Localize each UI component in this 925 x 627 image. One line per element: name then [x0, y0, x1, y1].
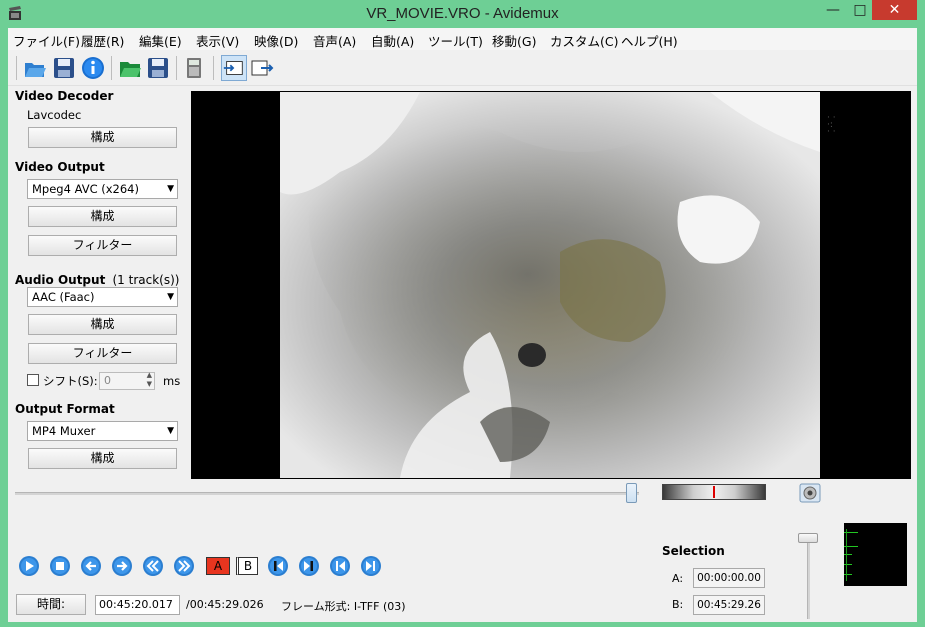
next-frame-icon[interactable] — [111, 555, 133, 577]
menu-file[interactable]: ファイル(F) — [13, 31, 80, 50]
open-project-icon[interactable] — [117, 55, 143, 81]
app-window: VR_MOVIE.VRO - Avidemux — □ ✕ ファイル(F) 履歴… — [0, 0, 925, 627]
shift-checkbox[interactable] — [27, 374, 39, 386]
previous-keyframe-icon[interactable] — [329, 555, 351, 577]
calculator-icon[interactable] — [181, 55, 207, 81]
toolbar-separator — [111, 56, 112, 80]
volume-slider-track[interactable] — [807, 533, 810, 619]
toolbar — [8, 50, 917, 86]
minimize-button[interactable]: — — [818, 0, 848, 20]
audio-output-codec-value: AAC (Faac) — [32, 290, 95, 304]
go-marker-a-icon[interactable] — [267, 555, 289, 577]
title-bar[interactable]: VR_MOVIE.VRO - Avidemux — □ ✕ — [0, 0, 925, 28]
chevron-down-icon: ▼ — [167, 426, 174, 436]
save-icon[interactable] — [51, 55, 77, 81]
video-decoder-title: Video Decoder — [15, 89, 114, 103]
volume-slider-thumb[interactable] — [798, 533, 818, 543]
fast-forward-icon[interactable] — [173, 555, 195, 577]
menu-edit[interactable]: 編集(E) — [139, 31, 182, 50]
output-format-configure-button[interactable]: 構成 — [28, 448, 177, 469]
selection-b-label: B: — [672, 598, 684, 611]
shift-value-input[interactable]: 0 ▲ ▼ — [99, 371, 155, 390]
go-marker-b-icon[interactable] — [298, 555, 320, 577]
set-marker-a-button[interactable]: A — [206, 557, 230, 575]
output-format-value: MP4 Muxer — [32, 424, 96, 438]
audio-level-meter — [844, 523, 907, 586]
window-title: VR_MOVIE.VRO - Avidemux — [366, 5, 559, 22]
video-display[interactable]: · · ·: · · — [191, 91, 911, 479]
client-area: ファイル(F) 履歴(R) 編集(E) 表示(V) 映像(D) 音声(A) 自動… — [8, 28, 917, 622]
input-view-icon[interactable] — [221, 55, 247, 81]
selection-b-value: 00:45:29.26 — [693, 595, 765, 615]
stop-icon[interactable] — [49, 555, 71, 577]
video-decoder-codec: Lavcodec — [27, 108, 82, 122]
video-frame-image — [280, 92, 820, 478]
video-decoder-configure-button[interactable]: 構成 — [28, 127, 177, 148]
toolbar-grip — [16, 56, 17, 80]
open-folder-icon[interactable] — [22, 55, 48, 81]
audio-output-filters-button[interactable]: フィルター — [28, 343, 177, 364]
output-format-title: Output Format — [15, 402, 115, 416]
selection-title: Selection — [662, 544, 725, 558]
save-project-icon[interactable] — [145, 55, 171, 81]
total-duration: /00:45:29.026 — [186, 598, 264, 611]
current-time-input[interactable]: 00:45:20.017 — [95, 595, 180, 615]
video-output-codec-select[interactable]: Mpeg4 AVC (x264) ▼ — [27, 179, 178, 199]
menu-history[interactable]: 履歴(R) — [81, 31, 124, 50]
jog-shuttle[interactable] — [662, 484, 766, 500]
video-output-configure-button[interactable]: 構成 — [28, 206, 177, 227]
rewind-icon[interactable] — [142, 555, 164, 577]
selection-a-label: A: — [672, 572, 684, 585]
jog-shuttle-marker — [713, 486, 715, 498]
shift-label: シフト(S): — [43, 374, 98, 388]
spinner-arrows-icon[interactable]: ▲ ▼ — [147, 371, 152, 389]
previous-frame-icon[interactable] — [80, 555, 102, 577]
video-output-filters-button[interactable]: フィルター — [28, 235, 177, 256]
audio-output-configure-button[interactable]: 構成 — [28, 314, 177, 335]
meter-axis — [846, 529, 847, 581]
audio-output-title-text: Audio Output — [15, 273, 106, 287]
output-view-icon[interactable] — [249, 55, 275, 81]
seek-slider-thumb[interactable] — [625, 483, 637, 503]
menu-view[interactable]: 表示(V) — [196, 31, 239, 50]
menu-custom[interactable]: カスタム(C) — [550, 31, 618, 50]
speaker-icon[interactable] — [799, 483, 821, 503]
menu-bar: ファイル(F) 履歴(R) 編集(E) 表示(V) 映像(D) 音声(A) 自動… — [8, 28, 917, 50]
shift-unit: ms — [163, 374, 181, 388]
play-icon[interactable] — [18, 555, 40, 577]
menu-tools[interactable]: ツール(T) — [428, 31, 483, 50]
info-icon[interactable] — [80, 55, 106, 81]
chevron-down-icon: ▼ — [167, 184, 174, 194]
frame-type: フレーム形式: I-TFF (03) — [281, 600, 406, 613]
toolbar-separator — [213, 56, 214, 80]
audio-output-track-count: (1 track(s)) — [112, 273, 180, 287]
toolbar-separator — [176, 56, 177, 80]
menu-go[interactable]: 移動(G) — [492, 31, 536, 50]
chevron-down-icon: ▼ — [167, 292, 174, 302]
next-keyframe-icon[interactable] — [360, 555, 382, 577]
audio-output-title: Audio Output (1 track(s)) — [15, 273, 179, 287]
shift-value: 0 — [104, 374, 111, 387]
menu-audio[interactable]: 音声(A) — [313, 31, 356, 50]
menu-auto[interactable]: 自動(A) — [371, 31, 414, 50]
video-output-codec-value: Mpeg4 AVC (x264) — [32, 182, 139, 196]
selection-a-value: 00:00:00.00 — [693, 568, 765, 588]
close-button[interactable]: ✕ — [872, 0, 917, 20]
menu-help[interactable]: ヘルプ(H) — [621, 31, 678, 50]
time-button[interactable]: 時間: — [16, 594, 86, 615]
seek-slider-track[interactable] — [15, 492, 639, 495]
maximize-button[interactable]: □ — [845, 0, 875, 20]
output-format-select[interactable]: MP4 Muxer ▼ — [27, 421, 178, 441]
video-output-title: Video Output — [15, 160, 105, 174]
set-marker-b-button[interactable]: B — [236, 557, 258, 575]
audio-output-codec-select[interactable]: AAC (Faac) ▼ — [27, 287, 178, 307]
video-noise-mark: · · ·: · · — [827, 113, 836, 137]
menu-video[interactable]: 映像(D) — [254, 31, 298, 50]
